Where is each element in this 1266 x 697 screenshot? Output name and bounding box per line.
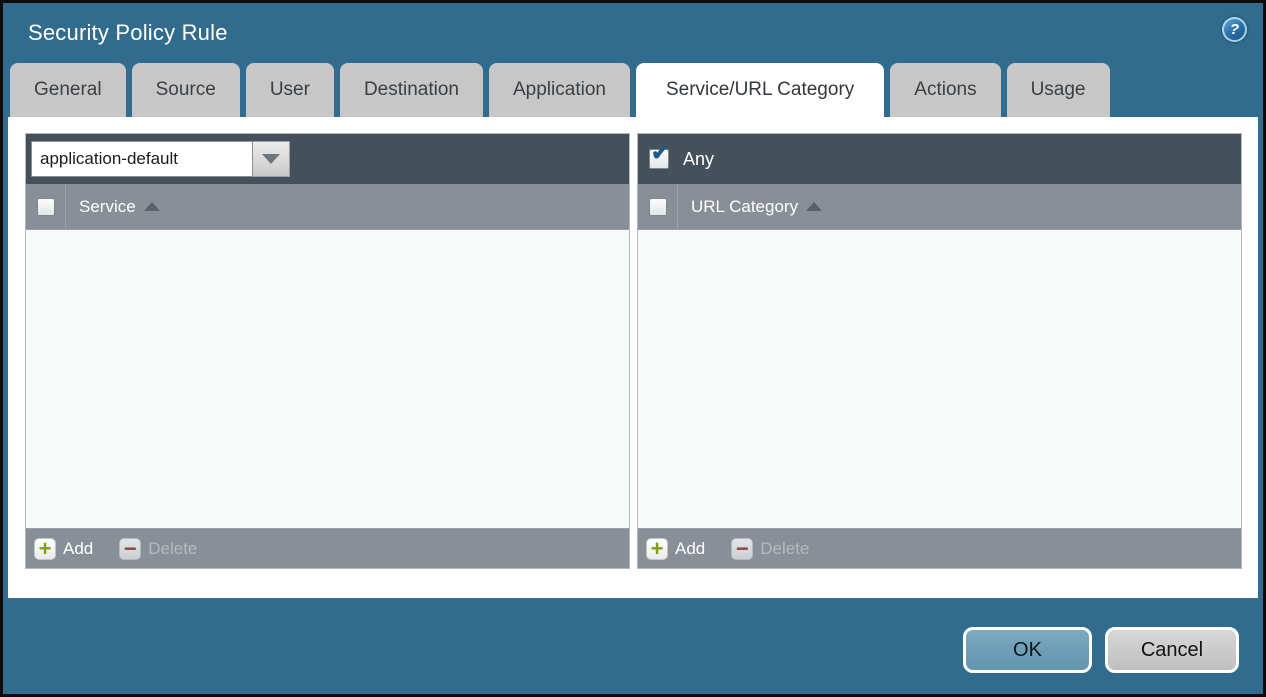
url-category-any-label: Any xyxy=(683,149,714,170)
chevron-down-icon xyxy=(262,154,280,164)
tab-content-area: Service + Add − Delete ✔ xyxy=(8,117,1258,598)
tab-bar: General Source User Destination Applicat… xyxy=(10,63,1110,117)
url-category-panel-footer: + Add − Delete xyxy=(638,528,1241,568)
tab-application[interactable]: Application xyxy=(489,63,630,117)
service-panel-footer: + Add − Delete xyxy=(26,528,629,568)
service-table-header: Service xyxy=(26,184,629,230)
url-category-select-all-checkbox[interactable] xyxy=(649,198,667,216)
url-category-column-header[interactable]: URL Category xyxy=(691,197,822,217)
sort-ascending-icon xyxy=(144,202,160,211)
tab-actions[interactable]: Actions xyxy=(890,63,1000,117)
tab-usage[interactable]: Usage xyxy=(1007,63,1110,117)
service-select-all-cell xyxy=(26,184,66,229)
tab-general[interactable]: General xyxy=(10,63,126,117)
dialog-title: Security Policy Rule xyxy=(28,20,228,46)
service-panel: Service + Add − Delete xyxy=(25,133,630,569)
service-delete-button[interactable]: − Delete xyxy=(119,538,197,560)
tab-source[interactable]: Source xyxy=(132,63,240,117)
add-plus-icon: + xyxy=(34,538,56,560)
security-policy-rule-dialog: Security Policy Rule ? General Source Us… xyxy=(0,0,1266,697)
url-category-table-header: URL Category xyxy=(638,184,1241,230)
service-add-button[interactable]: + Add xyxy=(34,538,93,560)
url-category-column-label: URL Category xyxy=(691,197,798,217)
url-category-list-body xyxy=(638,230,1241,528)
url-category-select-all-cell xyxy=(638,184,678,229)
service-panel-header xyxy=(26,134,629,184)
service-type-input[interactable] xyxy=(31,141,253,177)
ok-button[interactable]: OK xyxy=(963,627,1092,673)
tab-user[interactable]: User xyxy=(246,63,334,117)
checkmark-icon: ✔ xyxy=(651,142,669,164)
service-select-all-checkbox[interactable] xyxy=(37,198,55,216)
delete-minus-icon: − xyxy=(119,538,141,560)
tab-service-url-category[interactable]: Service/URL Category xyxy=(636,63,884,117)
url-category-panel-header: ✔ Any xyxy=(638,134,1241,184)
tab-destination[interactable]: Destination xyxy=(340,63,483,117)
service-type-dropdown-button[interactable] xyxy=(253,141,290,177)
service-column-header[interactable]: Service xyxy=(79,197,160,217)
url-category-add-button[interactable]: + Add xyxy=(646,538,705,560)
add-plus-icon: + xyxy=(646,538,668,560)
delete-minus-icon: − xyxy=(731,538,753,560)
cancel-button[interactable]: Cancel xyxy=(1105,627,1239,673)
service-list-body xyxy=(26,230,629,528)
help-icon[interactable]: ? xyxy=(1222,17,1247,42)
sort-ascending-icon xyxy=(806,202,822,211)
service-column-label: Service xyxy=(79,197,136,217)
url-category-panel: ✔ Any URL Category + Add xyxy=(637,133,1242,569)
url-category-delete-button[interactable]: − Delete xyxy=(731,538,809,560)
url-category-any-checkbox[interactable]: ✔ xyxy=(649,149,669,169)
